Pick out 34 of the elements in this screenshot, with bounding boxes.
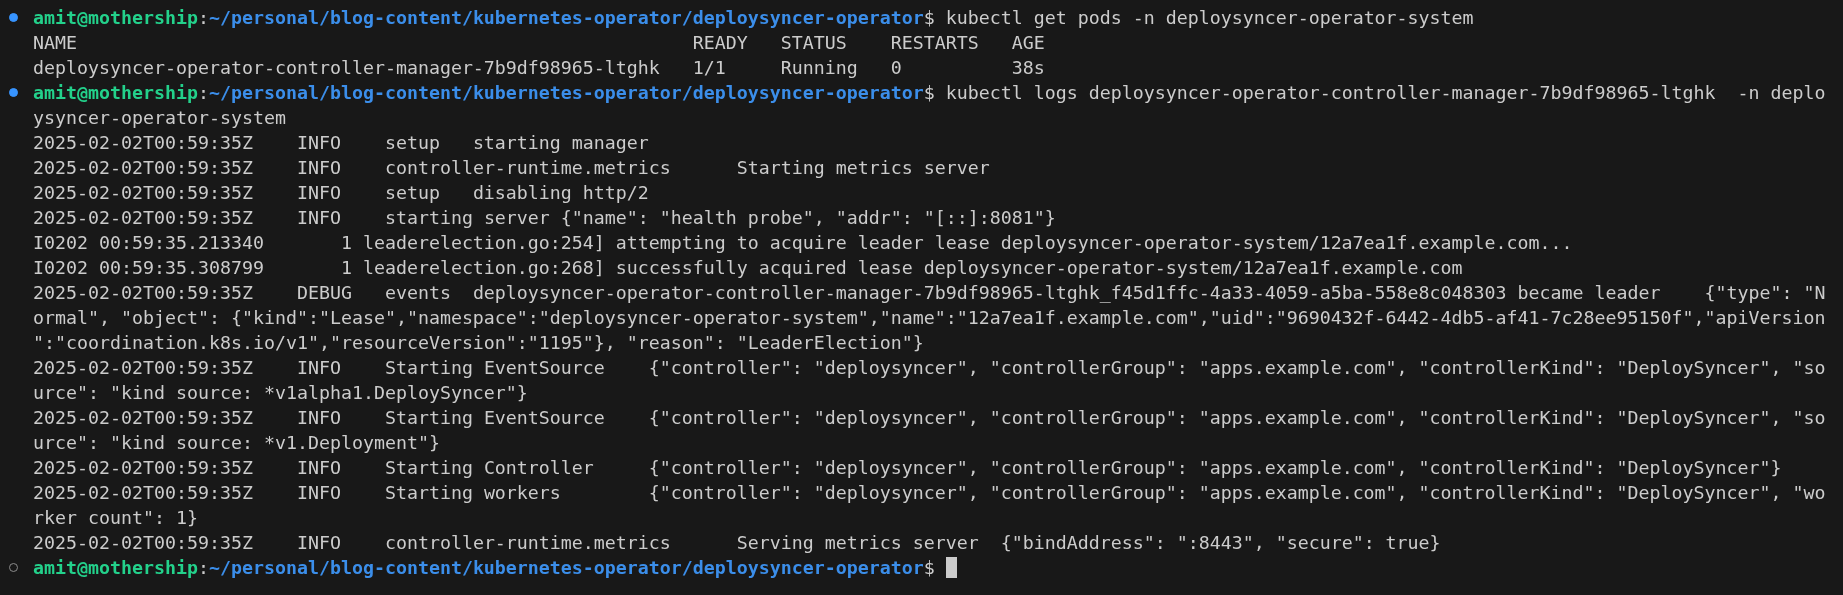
- output-line: 2025-02-02T00:59:35Z INFO setup disabling http/2: [33, 182, 649, 203]
- output-line: urce": "kind source: *v1.Deployment"}: [33, 432, 440, 453]
- prompt-user: amit@mothership: [33, 82, 198, 103]
- output-line: 2025-02-02T00:59:35Z INFO setup starting manager: [33, 132, 649, 153]
- prompt-user: amit@mothership: [33, 7, 198, 28]
- prompt-symbol: $: [923, 557, 935, 578]
- prompt-separator: :: [197, 7, 209, 28]
- output-line: 2025-02-02T00:59:35Z DEBUG events deploysyncer-operator-controller-manager-7b9df98965-ltghk_f45d1ffc-4a33-4059-a5ba-558e8c048303 became leader {"type": "N: [33, 282, 1826, 303]
- output-line: 2025-02-02T00:59:35Z INFO Starting EventSource {"controller": "deploysyncer", "controllerGroup": "apps.example.com", "controllerKind": "DeploySyncer", "so: [33, 357, 1826, 378]
- output-line: urce": "kind source: *v1alpha1.DeploySyncer"}: [33, 382, 528, 403]
- output-line: NAME READY STATUS RESTARTS AGE: [33, 32, 1045, 53]
- prompt-symbol: $: [923, 82, 935, 103]
- output-line: 2025-02-02T00:59:35Z INFO controller-runtime.metrics Serving metrics server {"bindAddress": ":8443", "secure": true}: [33, 532, 1441, 553]
- prompt-path: ~/personal/blog-content/kubernetes-operator/deploysyncer-operator: [208, 82, 924, 103]
- prompt-path: ~/personal/blog-content/kubernetes-operator/deploysyncer-operator: [208, 557, 924, 578]
- output-line: 2025-02-02T00:59:35Z INFO Starting workers {"controller": "deploysyncer", "controllerGroup": "apps.example.com", "controllerKind": "DeploySyncer", "wo: [33, 482, 1826, 503]
- output-line: rker count": 1}: [33, 507, 198, 528]
- prompt-path: ~/personal/blog-content/kubernetes-operator/deploysyncer-operator: [208, 7, 924, 28]
- output-line: 2025-02-02T00:59:35Z INFO Starting Controller {"controller": "deploysyncer", "controllerGroup": "apps.example.com", "controllerKind": "DeploySyncer"}: [33, 457, 1782, 478]
- prompt-separator: :: [197, 557, 209, 578]
- prompt-separator: :: [197, 82, 209, 103]
- output-line: ":"coordination.k8s.io/v1","resourceVersion":"1195"}, "reason": "LeaderElection"}: [33, 332, 924, 353]
- output-line: 2025-02-02T00:59:35Z INFO Starting EventSource {"controller": "deploysyncer", "controllerGroup": "apps.example.com", "controllerKind": "DeploySyncer", "so: [33, 407, 1826, 428]
- output-line: 2025-02-02T00:59:35Z INFO controller-runtime.metrics Starting metrics server: [33, 157, 990, 178]
- output-line: ormal", "object": {"kind":"Lease","namespace":"deploysyncer-operator-system","name":"12a7ea1f.example.com","uid":"9690432f-6442-4db5-af41-7c28ee95150f","apiVersion: [33, 307, 1826, 328]
- prompt-symbol: $: [923, 7, 935, 28]
- output-line: I0202 00:59:35.308799 1 leaderelection.go:268] successfully acquired lease deploysyncer-operator-system/12a7ea1f.example.com: [33, 257, 1463, 278]
- command-text: kubectl logs deploysyncer-operator-controller-manager-7b9df98965-ltghk -n deplo: [944, 82, 1826, 103]
- command-text: kubectl get pods -n deploysyncer-operator-system: [944, 7, 1474, 28]
- output-line: ysyncer-operator-system: [33, 107, 286, 128]
- output-line: 2025-02-02T00:59:35Z INFO starting server {"name": "health probe", "addr": "[::]:8081"}: [33, 207, 1056, 228]
- output-line: deploysyncer-operator-controller-manager-7b9df98965-ltghk 1/1 Running 0 38s: [33, 57, 1045, 78]
- prompt-user: amit@mothership: [33, 557, 198, 578]
- output-line: I0202 00:59:35.213340 1 leaderelection.go:254] attempting to acquire leader lease deploysyncer-operator-system/12a7ea1f.example.com...: [33, 232, 1573, 253]
